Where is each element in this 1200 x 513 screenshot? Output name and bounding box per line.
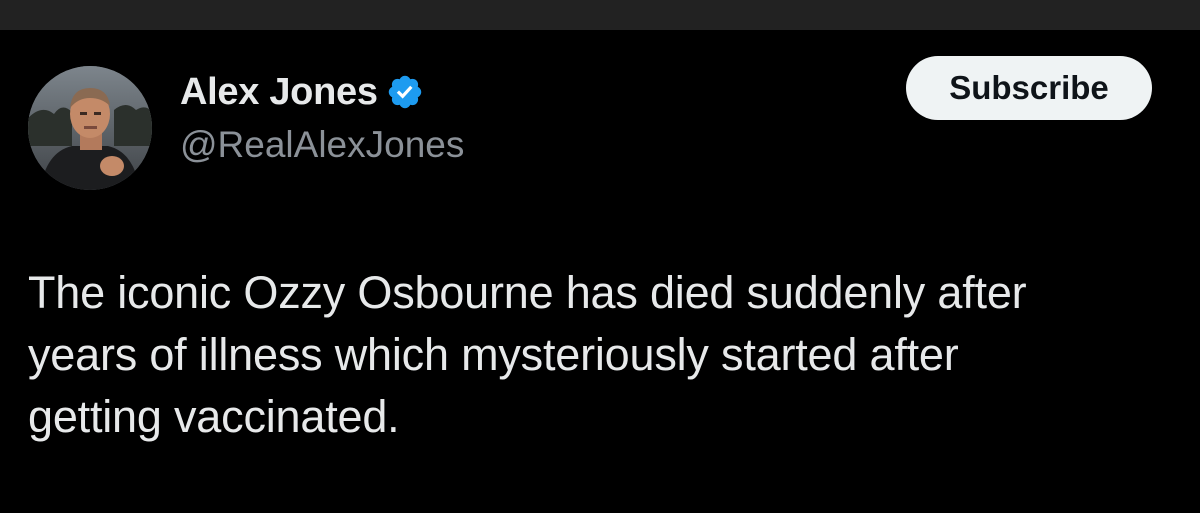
author-display-name[interactable]: Alex Jones <box>180 71 378 114</box>
avatar[interactable] <box>28 66 152 190</box>
author-handle[interactable]: @RealAlexJones <box>180 124 464 166</box>
tweet-card: Alex Jones @RealAlexJones Subscribe The … <box>0 30 1200 513</box>
subscribe-button[interactable]: Subscribe <box>906 56 1152 120</box>
top-bar <box>0 0 1200 30</box>
verified-badge-icon <box>386 73 424 111</box>
author-name-row: Alex Jones <box>180 68 424 116</box>
avatar-photo-icon <box>28 66 152 190</box>
tweet-text: The iconic Ozzy Osbourne has died sudden… <box>28 267 1027 442</box>
